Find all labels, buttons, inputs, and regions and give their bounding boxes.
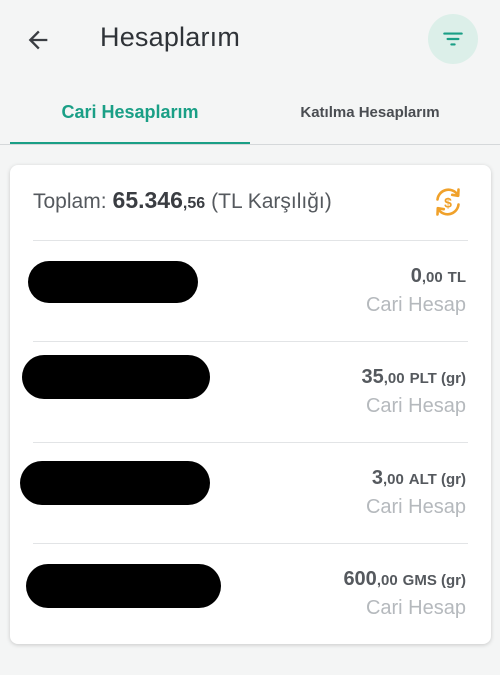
balance-integer: 0: [410, 265, 422, 287]
account-tabs: Cari Hesaplarım Katılma Hesaplarım: [0, 80, 500, 145]
balance-integer: 3: [371, 467, 383, 489]
balance-currency: PLT (gr): [409, 370, 466, 387]
account-type: Cari Hesap: [365, 496, 466, 518]
page-title: Hesaplarım: [100, 22, 241, 52]
redacted-account-name: [20, 461, 210, 505]
balance-integer: 35: [361, 366, 384, 388]
filter-button[interactable]: [428, 14, 478, 64]
accounts-card: Toplam: 65.346 ,56 (TL Karşılığı) $ 0 ,0…: [10, 165, 491, 644]
total-label: Toplam:: [33, 190, 107, 213]
balance-decimal: ,00: [383, 370, 405, 387]
account-balance: 0 ,00 TL: [411, 265, 466, 288]
svg-text:$: $: [444, 195, 452, 211]
redacted-account-name: [28, 261, 198, 303]
tab-cari-hesaplarim[interactable]: Cari Hesaplarım: [10, 80, 250, 144]
app-bar: Hesaplarım: [0, 0, 500, 80]
balance-decimal: ,00: [376, 572, 398, 589]
account-row[interactable]: 0 ,00 TL Cari Hesap: [10, 241, 491, 341]
balance-currency: GMS (gr): [402, 572, 466, 589]
redacted-account-name: [26, 564, 221, 608]
total-summary: Toplam: 65.346 ,56 (TL Karşılığı): [33, 187, 332, 221]
tab-katilma-hesaplarim[interactable]: Katılma Hesaplarım: [250, 80, 490, 144]
balance-decimal: ,00: [421, 269, 443, 286]
account-row[interactable]: 3 ,00 ALT (gr) Cari Hesap: [10, 443, 491, 543]
balance-currency: TL: [447, 269, 466, 286]
account-row[interactable]: 35 ,00 PLT (gr) Cari Hesap: [10, 342, 491, 442]
balance-integer: 600: [343, 568, 377, 590]
account-balance: 3 ,00 ALT (gr): [372, 467, 466, 490]
account-type: Cari Hesap: [365, 294, 466, 316]
back-button[interactable]: [20, 22, 56, 58]
account-balance: 35 ,00 PLT (gr): [362, 366, 466, 389]
total-amount-integer: 65.346: [112, 187, 183, 213]
redacted-account-name: [22, 355, 210, 399]
arrow-left-icon: [28, 30, 48, 50]
account-type: Cari Hesap: [365, 395, 466, 417]
account-row[interactable]: 600 ,00 GMS (gr) Cari Hesap: [10, 544, 491, 644]
total-amount-decimal: ,56: [182, 195, 206, 212]
filter-icon: [443, 32, 463, 46]
total-currency-note: (TL Karşılığı): [211, 190, 332, 213]
tab-label: Cari Hesaplarım: [61, 101, 199, 122]
currency-exchange-button[interactable]: $: [430, 184, 466, 220]
account-type: Cari Hesap: [365, 597, 466, 619]
balance-currency: ALT (gr): [408, 471, 466, 488]
account-balance: 600 ,00 GMS (gr): [343, 568, 466, 591]
currency-exchange-icon: $: [436, 188, 460, 216]
balance-decimal: ,00: [382, 471, 404, 488]
tab-label: Katılma Hesaplarım: [300, 103, 440, 121]
tabs-divider: [0, 144, 500, 145]
